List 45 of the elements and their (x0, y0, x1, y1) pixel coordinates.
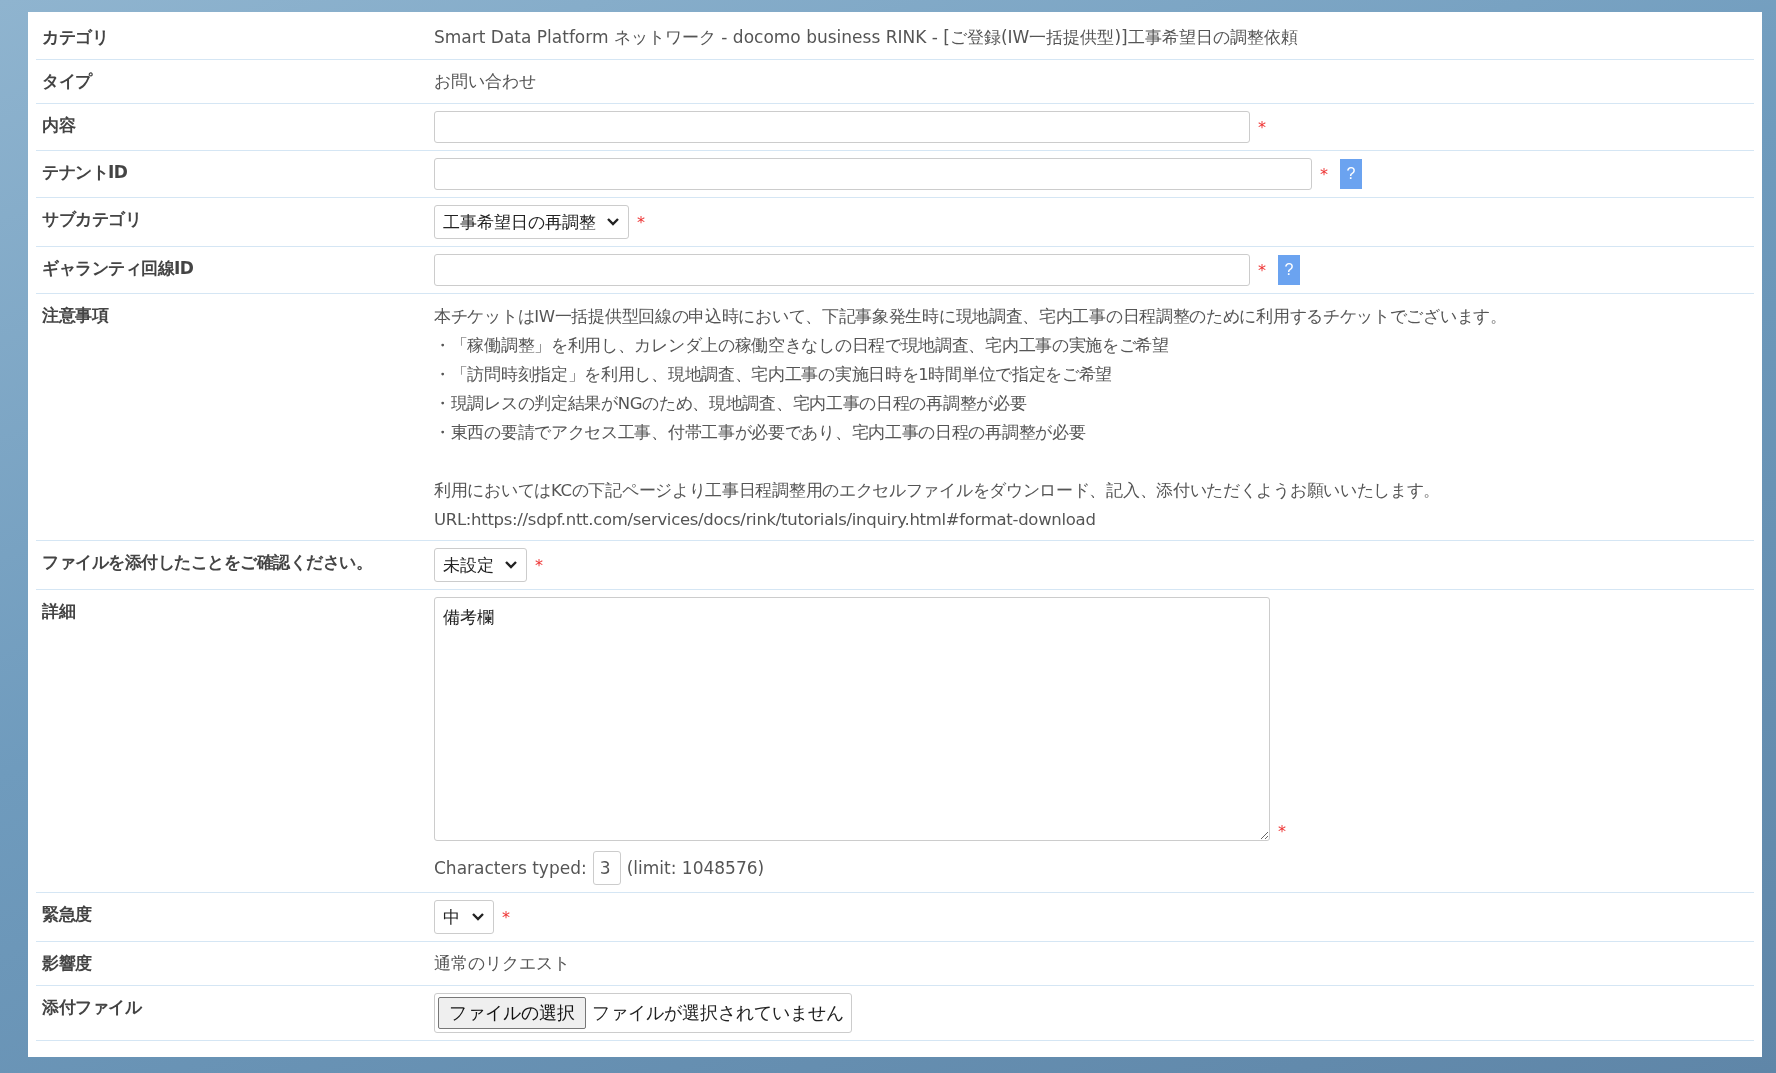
file-status: ファイルが選択されていません (592, 1001, 845, 1025)
dropdown[interactable]: 工事希望日の再調整 (434, 205, 629, 239)
notice-text: ・東西の要請でアクセス工事、付帯工事が必要であり、宅内工事の日程の再調整が必要 (434, 422, 1087, 444)
required-mark: * (535, 555, 543, 575)
dropdown[interactable]: 未設定 (434, 548, 527, 582)
field-label: ギャランティ回線ID (41, 257, 195, 280)
limit-text: (limit: 1048576) (626, 858, 765, 878)
choose-file-button[interactable]: ファイルの選択 (438, 997, 586, 1029)
notice-text: URL:https://sdpf.ntt.com/services/docs/rink/tutorials/inquiry.html#format-download (434, 509, 1097, 531)
field-label: ファイルを添付したことをご確認ください。 (41, 551, 373, 574)
field-label: 影響度 (41, 952, 93, 975)
field-label: テナントID (41, 161, 129, 184)
notice-text: ・「訪問時刻指定」を利用し、現地調査、宅内工事の実施日時を1時間単位で指定をご希望 (434, 364, 1114, 386)
input-field[interactable] (434, 111, 1250, 143)
counter-field[interactable]: 3 (592, 851, 621, 885)
text-area[interactable]: 備考欄 (434, 597, 1270, 841)
field-value: お問い合わせ (434, 70, 536, 93)
input-field[interactable] (434, 254, 1250, 286)
counter-label: Characters typed: (434, 858, 587, 878)
field-label: 注意事項 (41, 304, 110, 327)
required-mark: * (1278, 822, 1286, 841)
dropdown[interactable]: 中 (434, 900, 494, 934)
chevron-down-icon (504, 560, 518, 570)
required-mark: * (1258, 260, 1266, 280)
field-value: 通常のリクエスト (434, 952, 570, 975)
field-label: 添付ファイル (41, 996, 143, 1019)
field-label: 緊急度 (41, 903, 93, 926)
required-mark: * (1258, 117, 1266, 137)
field-value: Smart Data Platform ネットワーク - docomo business RINK - [ご登録(IW一括提供型)]工事希望日の調整依頼 (434, 26, 1298, 49)
notice-text: 利用においてはKCの下記ページより工事日程調整用のエクセルファイルをダウンロード、記入、添付いただくようお願いいたします。 (434, 480, 1441, 502)
chevron-down-icon (471, 912, 485, 922)
notice-text: 本チケットはIW一括提供型回線の申込時において、下記事象発生時に現地調査、宅内工事の日程調整のために利用するチケットでございます。 (434, 306, 1507, 328)
notice-text: ・「稼働調整」を利用し、カレンダ上の稼働空きなしの日程で現地調査、宅内工事の実施をご希望 (434, 335, 1170, 357)
required-mark: * (502, 907, 510, 927)
chevron-down-icon (606, 217, 620, 227)
field-label: 詳細 (41, 600, 76, 623)
field-label: 内容 (41, 114, 77, 137)
notice-text: ・現調レスの判定結果がNGのため、現地調査、宅内工事の日程の再調整が必要 (434, 393, 1028, 415)
file-picker[interactable]: ファイルの選択 ファイルが選択されていません (434, 993, 852, 1033)
field-label: サブカテゴリ (41, 208, 142, 231)
required-mark: * (1320, 164, 1328, 184)
field-label: カテゴリ (41, 26, 109, 49)
input-field[interactable] (434, 158, 1312, 190)
required-mark: * (637, 212, 645, 232)
field-label: タイプ (41, 70, 94, 93)
